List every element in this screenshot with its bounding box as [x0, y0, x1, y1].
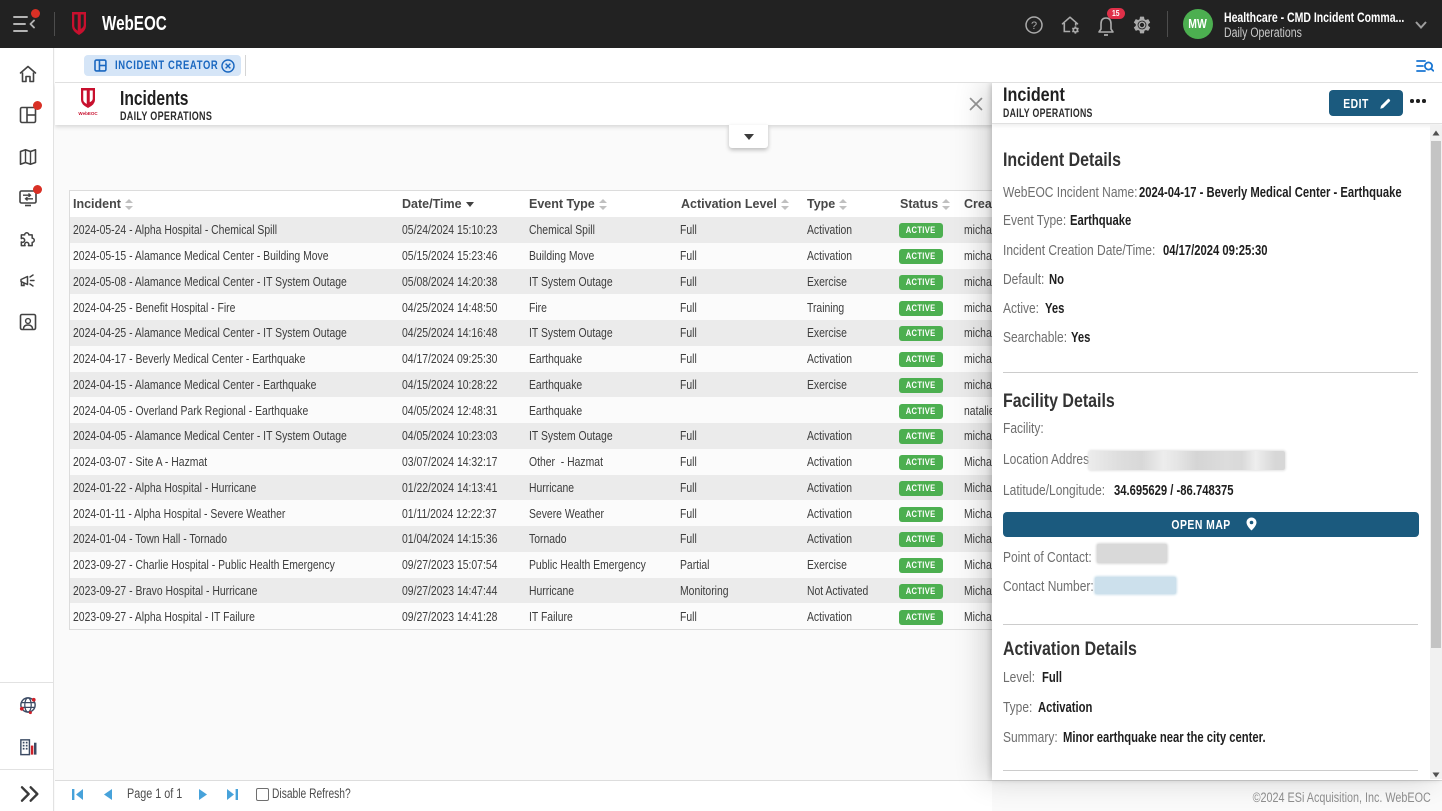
svg-text:?: ? — [1031, 20, 1037, 32]
